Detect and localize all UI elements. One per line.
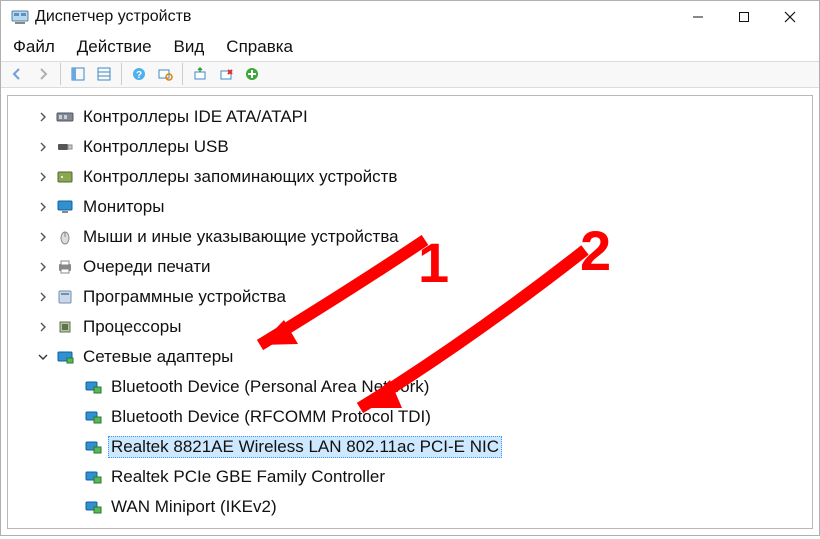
chevron-right-icon[interactable]	[36, 290, 50, 304]
tree-category-label: Процессоры	[80, 316, 184, 338]
close-button[interactable]	[767, 1, 813, 33]
tree-category[interactable]: Процессоры	[14, 312, 812, 342]
chevron-right-icon[interactable]	[36, 230, 50, 244]
content-area: Контроллеры IDE ATA/ATAPI Контроллеры USB…	[1, 88, 819, 535]
tree-category-label: Контроллеры запоминающих устройств	[80, 166, 400, 188]
expander-placeholder	[64, 410, 78, 424]
window-title: Диспетчер устройств	[35, 8, 191, 26]
menubar: Файл Действие Вид Справка	[1, 34, 819, 61]
tb-help-button[interactable]: ?	[127, 62, 151, 86]
menu-action[interactable]: Действие	[73, 35, 156, 59]
tb-uninstall-button[interactable]	[214, 62, 238, 86]
tree-category[interactable]: Контроллеры USB	[14, 132, 812, 162]
tree-device[interactable]: WAN Miniport (IKEv2)	[14, 492, 812, 522]
tree-category[interactable]: Мыши и иные указывающие устройства	[14, 222, 812, 252]
titlebar: Диспетчер устройств	[1, 1, 819, 34]
tree-category[interactable]: Мониторы	[14, 192, 812, 222]
tree-device-label: WAN Miniport (IKEv2)	[108, 496, 280, 518]
tree-category[interactable]: Программные устройства	[14, 282, 812, 312]
tree-category[interactable]: Очереди печати	[14, 252, 812, 282]
netadapter-icon	[84, 498, 102, 516]
minimize-button[interactable]	[675, 1, 721, 33]
chevron-right-icon[interactable]	[36, 140, 50, 154]
netadapter-icon	[84, 408, 102, 426]
tb-back-button[interactable]	[5, 62, 29, 86]
network-icon	[56, 348, 74, 366]
tb-scan-button[interactable]	[153, 62, 177, 86]
tree-category-label: Сетевые адаптеры	[80, 346, 236, 368]
tree-category-label: Программные устройства	[80, 286, 289, 308]
tb-separator	[121, 63, 122, 85]
storage-icon	[56, 168, 74, 186]
chevron-right-icon[interactable]	[36, 260, 50, 274]
expander-placeholder	[64, 440, 78, 454]
chevron-right-icon[interactable]	[36, 170, 50, 184]
tree-category[interactable]: Контроллеры IDE ATA/ATAPI	[14, 102, 812, 132]
netadapter-icon	[84, 468, 102, 486]
tree-device-label: Realtek PCIe GBE Family Controller	[108, 466, 388, 488]
chevron-right-icon[interactable]	[36, 320, 50, 334]
tree-device-label: Realtek 8821AE Wireless LAN 802.11ac PCI…	[108, 436, 502, 458]
toolbar: ?	[1, 61, 819, 88]
tb-forward-button[interactable]	[31, 62, 55, 86]
tree-category-label: Очереди печати	[80, 256, 214, 278]
expander-placeholder	[64, 500, 78, 514]
tree-device[interactable]: Bluetooth Device (RFCOMM Protocol TDI)	[14, 402, 812, 432]
menu-view[interactable]: Вид	[170, 35, 209, 59]
expander-placeholder	[64, 470, 78, 484]
software-icon	[56, 288, 74, 306]
device-tree[interactable]: Контроллеры IDE ATA/ATAPI Контроллеры USB…	[7, 95, 813, 529]
tree-device-label: Bluetooth Device (Personal Area Network)	[108, 376, 432, 398]
tree-category-label: Контроллеры IDE ATA/ATAPI	[80, 106, 311, 128]
mouse-icon	[56, 228, 74, 246]
tree-category[interactable]: Контроллеры запоминающих устройств	[14, 162, 812, 192]
tree-category-label: Мониторы	[80, 196, 167, 218]
printer-icon	[56, 258, 74, 276]
tree-device[interactable]: Realtek 8821AE Wireless LAN 802.11ac PCI…	[14, 432, 812, 462]
tb-update-button[interactable]	[188, 62, 212, 86]
tb-properties-button[interactable]	[92, 62, 116, 86]
menu-file[interactable]: Файл	[9, 35, 59, 59]
cpu-icon	[56, 318, 74, 336]
netadapter-icon	[84, 438, 102, 456]
tree-device[interactable]: Bluetooth Device (Personal Area Network)	[14, 372, 812, 402]
tree-category-label: Контроллеры USB	[80, 136, 232, 158]
svg-text:?: ?	[136, 70, 142, 81]
tree-category-label: Мыши и иные указывающие устройства	[80, 226, 402, 248]
tb-separator	[182, 63, 183, 85]
tree-device-label: Bluetooth Device (RFCOMM Protocol TDI)	[108, 406, 434, 428]
expander-placeholder	[64, 380, 78, 394]
tree-device[interactable]: Realtek PCIe GBE Family Controller	[14, 462, 812, 492]
maximize-button[interactable]	[721, 1, 767, 33]
app-icon	[11, 8, 29, 26]
usb-icon	[56, 138, 74, 156]
monitor-icon	[56, 198, 74, 216]
device-manager-window: Диспетчер устройств Файл Действие Вид Сп…	[0, 0, 820, 536]
chevron-right-icon[interactable]	[36, 200, 50, 214]
tb-add-button[interactable]	[240, 62, 264, 86]
chevron-down-icon[interactable]	[36, 350, 50, 364]
tb-separator	[60, 63, 61, 85]
menu-help[interactable]: Справка	[222, 35, 297, 59]
tree-category[interactable]: Сетевые адаптеры	[14, 342, 812, 372]
chevron-right-icon[interactable]	[36, 110, 50, 124]
ide-icon	[56, 108, 74, 126]
tb-show-hidden-button[interactable]	[66, 62, 90, 86]
netadapter-icon	[84, 378, 102, 396]
